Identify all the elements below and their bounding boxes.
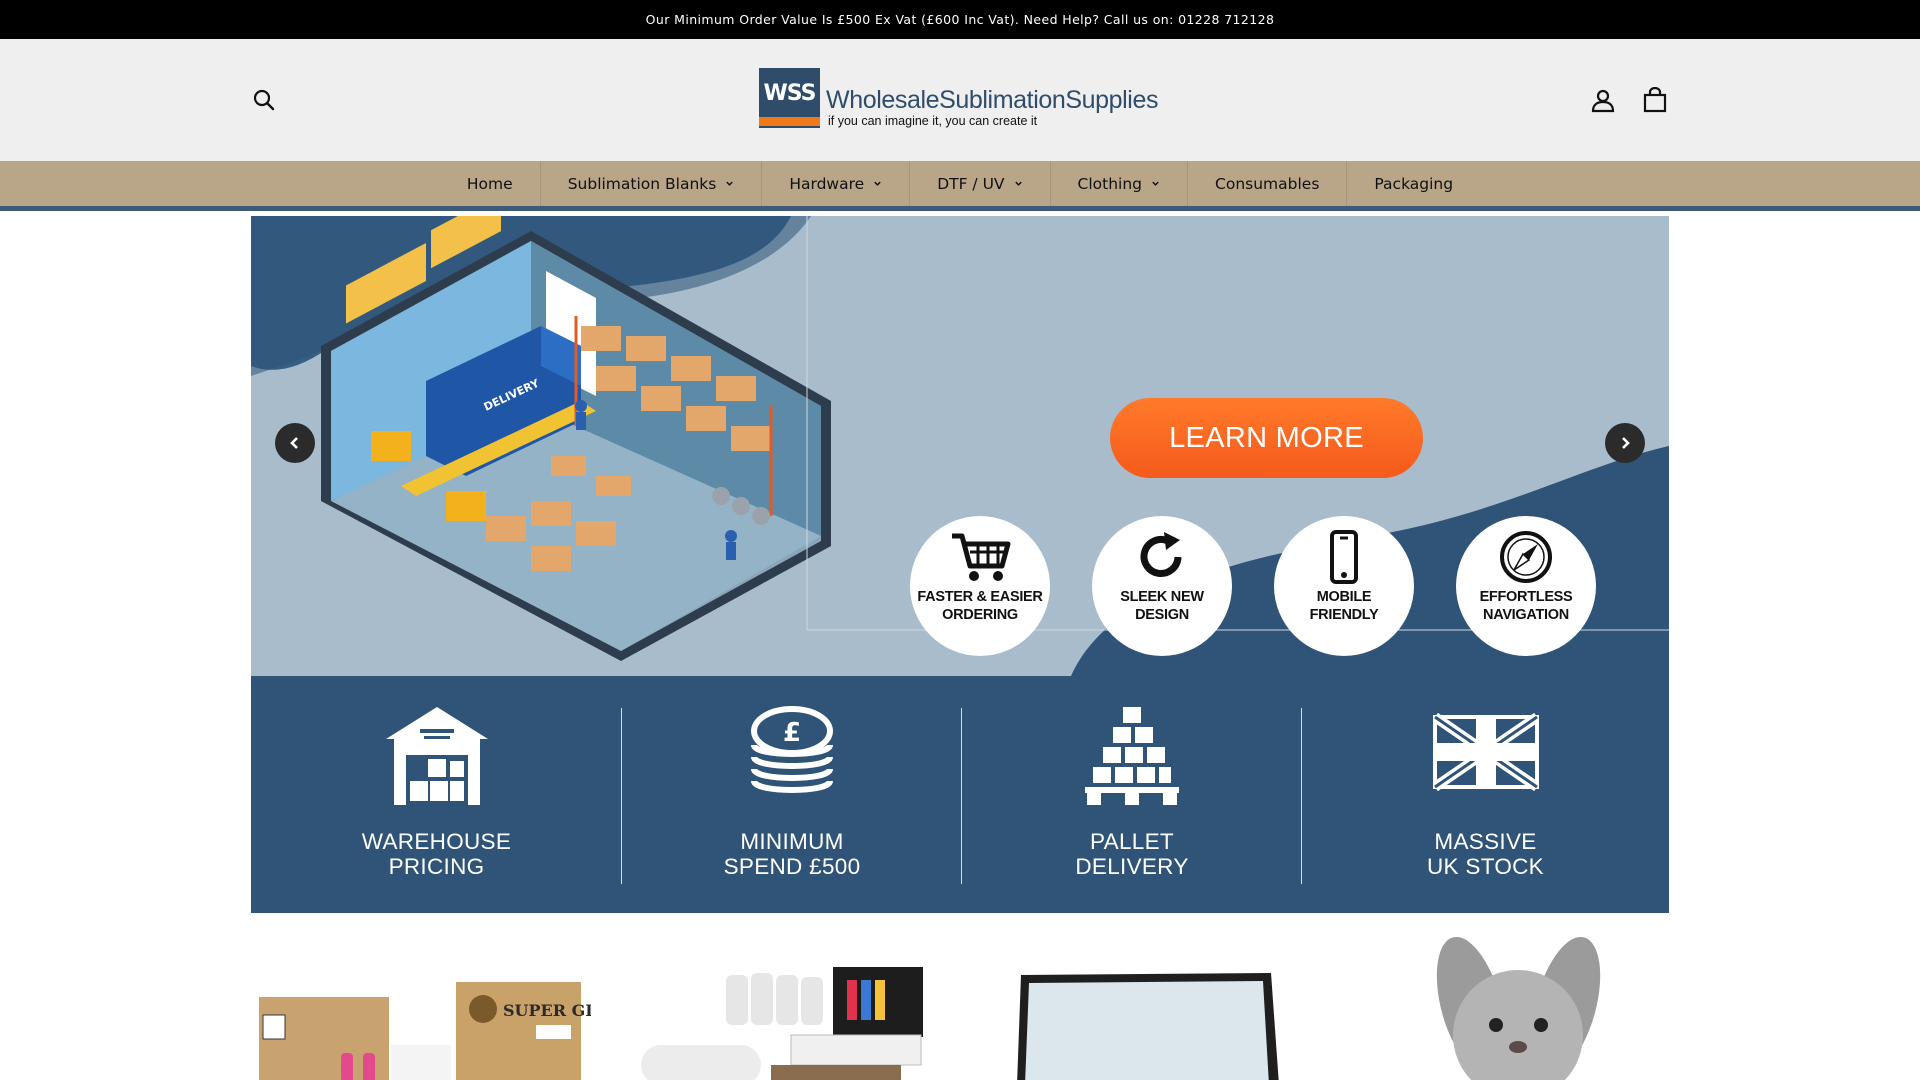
cart-icon[interactable] (1640, 85, 1670, 115)
search-icon[interactable] (249, 85, 279, 115)
union-flag-icon (1432, 712, 1539, 792)
benefit-warehouse-pricing: WAREHOUSE PRICING (251, 676, 622, 913)
benefit-label: WAREHOUSE PRICING (362, 829, 511, 879)
benefit-label-line2: SPEND £500 (723, 854, 861, 879)
feature-label: FASTER & EASIER ORDERING (917, 588, 1043, 624)
nav-item-packaging[interactable]: Packaging (1347, 161, 1480, 206)
nav-item-label: Clothing (1077, 174, 1143, 193)
benefit-label-line1: MINIMUM (740, 829, 844, 854)
nav-item-label: Sublimation Blanks (567, 174, 717, 193)
benefit-uk-stock: MASSIVE UK STOCK (1302, 676, 1669, 913)
product-tile-consumables[interactable] (611, 925, 951, 1080)
box-brand-text: SUPER GLAZE (503, 1001, 591, 1020)
logo-stripe (759, 117, 820, 126)
nav-item-consumables[interactable]: Consumables (1188, 161, 1348, 206)
chevron-down-icon (1152, 181, 1159, 186)
nav-item-label: Home (466, 174, 513, 193)
benefit-label: MINIMUM SPEND £500 (724, 829, 861, 879)
account-icon[interactable] (1588, 85, 1618, 115)
warehouse-icon (385, 707, 488, 805)
chevron-right-icon (1622, 437, 1630, 449)
pallet-icon (1085, 707, 1179, 805)
main-nav: Home Sublimation Blanks Hardware DTF / UV Cl… (0, 161, 1920, 211)
logo-tagline: if you can imagine it, you can create it (828, 114, 1038, 128)
benefit-label-line2: DELIVERY (1075, 854, 1189, 879)
product-tile-slate[interactable] (981, 925, 1321, 1080)
nav-item-clothing[interactable]: Clothing (1051, 161, 1189, 206)
benefit-minimum-spend: £ MINIMUM SPEND £500 (622, 676, 962, 913)
chevron-down-icon (726, 181, 734, 186)
refresh-icon (1140, 532, 1182, 577)
cart-icon (952, 533, 1011, 581)
slate-image (1017, 973, 1279, 1080)
warehouse-illustration: DELIVERY (321, 216, 831, 661)
benefit-label-line1: PALLET (1090, 829, 1174, 854)
product-tile-plush[interactable] (1351, 925, 1669, 1080)
benefits-strip: WAREHOUSE PRICING £ MINIMUM SPEND £500 P… (251, 676, 1669, 913)
carousel-next-button[interactable] (1605, 423, 1645, 463)
benefit-label-line1: WAREHOUSE (361, 829, 512, 854)
feature-label-line2: NAVIGATION (1483, 607, 1569, 623)
feature-label: EFFORTLESS NAVIGATION (1480, 588, 1573, 624)
feature-label-line2: DESIGN (1135, 607, 1189, 623)
nav-item-label: Hardware (789, 174, 865, 193)
feature-effortless-navigation: EFFORTLESS NAVIGATION (1456, 516, 1596, 656)
nav-item-label: Packaging (1374, 174, 1454, 193)
packaging-image: SUPER GLAZE (259, 982, 591, 1080)
site-header: WSS WholesaleSublimationSupplies if you … (0, 39, 1920, 161)
nav-item-dtf-uv[interactable]: DTF / UV (910, 161, 1051, 206)
feature-label-line2: ORDERING (942, 607, 1018, 623)
learn-more-button[interactable]: LEARN MORE (1110, 398, 1423, 478)
nav-list: Home Sublimation Blanks Hardware DTF / UV Cl… (440, 161, 1480, 206)
product-row: SUPER GLAZE (251, 925, 1669, 1080)
chevron-down-icon (1014, 181, 1022, 186)
chevron-down-icon (874, 181, 881, 186)
feature-sleek-design: SLEEK NEW DESIGN (1092, 516, 1232, 656)
smartphone-icon (1330, 530, 1358, 584)
nav-item-home[interactable]: Home (440, 161, 541, 206)
nav-item-label: Consumables (1215, 174, 1320, 193)
consumables-image (641, 967, 923, 1080)
plush-bunny-image (1436, 936, 1601, 1080)
logo-badge-text: WSS (763, 80, 817, 106)
benefit-label-line2: UK STOCK (1426, 854, 1544, 879)
carousel-prev-button[interactable] (275, 423, 315, 463)
nav-item-sublimation-blanks[interactable]: Sublimation Blanks (541, 161, 763, 206)
benefit-label-line1: MASSIVE (1434, 829, 1537, 854)
feature-label-line1: EFFORTLESS (1479, 589, 1573, 605)
chevron-left-icon (290, 437, 298, 449)
feature-faster-ordering: FASTER & EASIER ORDERING (910, 516, 1050, 656)
coins-icon: £ (751, 706, 833, 793)
feature-label-line1: MOBILE (1316, 589, 1372, 605)
benefit-label: MASSIVE UK STOCK (1427, 829, 1544, 879)
hero-banner: DELIVERY LEARN MORE FASTER & EASIER ORDE… (251, 216, 1669, 676)
feature-mobile-friendly: MOBILE FRIENDLY (1274, 516, 1414, 656)
product-tile-packaging[interactable]: SUPER GLAZE (251, 925, 591, 1080)
nav-item-label: DTF / UV (937, 174, 1005, 193)
benefit-pallet-delivery: PALLET DELIVERY (962, 676, 1302, 913)
compass-icon (1500, 531, 1552, 583)
nav-item-hardware[interactable]: Hardware (762, 161, 911, 206)
logo-name: WholesaleSublimationSupplies (826, 86, 1159, 114)
benefit-label-line2: PRICING (388, 854, 485, 879)
site-logo[interactable]: WSS WholesaleSublimationSupplies if you … (759, 68, 1161, 134)
announcement-bar: Our Minimum Order Value Is £500 Ex Vat (… (0, 0, 1920, 39)
benefit-label: PALLET DELIVERY (1075, 829, 1188, 879)
feature-label-line1: SLEEK NEW (1120, 589, 1204, 605)
feature-label: MOBILE FRIENDLY (1310, 588, 1379, 624)
announcement-text: Our Minimum Order Value Is £500 Ex Vat (… (645, 12, 1275, 27)
feature-label-line2: FRIENDLY (1309, 607, 1379, 623)
feature-label-line1: FASTER & EASIER (917, 589, 1043, 605)
feature-label: SLEEK NEW DESIGN (1120, 588, 1204, 624)
svg-text:£: £ (783, 718, 801, 748)
